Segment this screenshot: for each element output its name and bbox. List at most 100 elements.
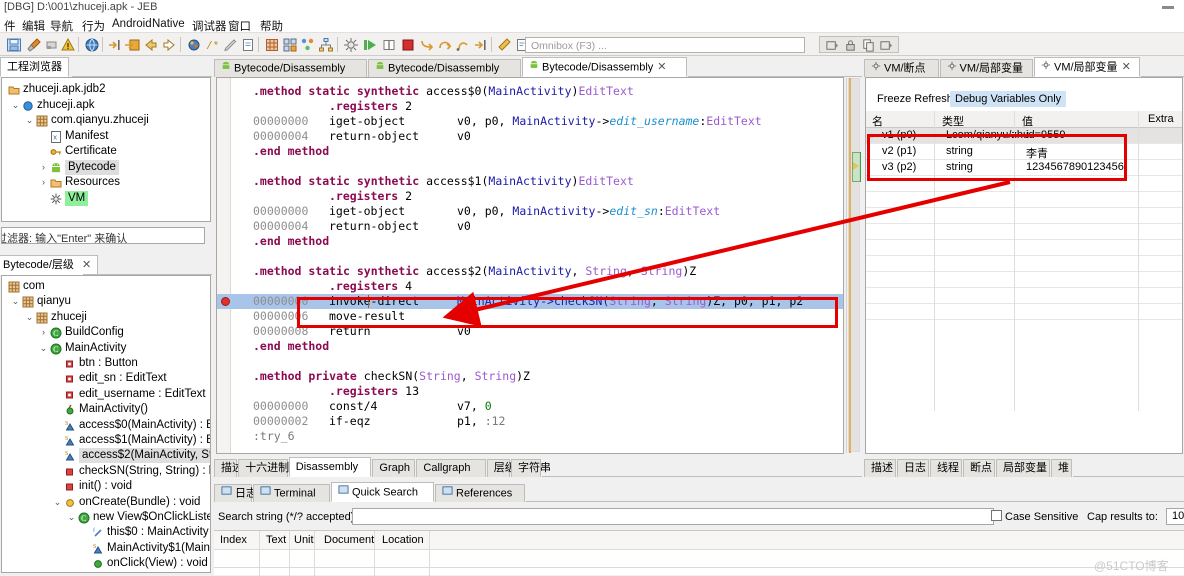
comment-icon[interactable]: /* <box>204 37 220 53</box>
tree-node[interactable]: › C BuildConfig <box>2 325 210 340</box>
tab-bytecode-hierarchy[interactable]: Bytecode/层级 ✕ <box>0 255 99 275</box>
minimize-button[interactable] <box>1162 6 1174 9</box>
code-line[interactable]: :try_6 <box>217 429 843 444</box>
column-header[interactable]: Extra <box>1148 113 1174 125</box>
chevron-right-icon[interactable]: › <box>39 162 48 172</box>
code-line[interactable]: .registers 2 <box>217 99 843 114</box>
step-into-icon[interactable] <box>419 37 435 53</box>
menu-item-4[interactable]: Android <box>112 18 152 30</box>
disassembly-code-area[interactable]: .method static synthetic access$0(MainAc… <box>216 77 844 454</box>
tab-5[interactable]: 堆 <box>1051 459 1072 477</box>
stop-icon[interactable] <box>400 37 416 53</box>
chevron-right-icon[interactable]: › <box>39 177 48 187</box>
grid-plus-icon[interactable] <box>282 37 298 53</box>
table-row[interactable] <box>866 224 1182 240</box>
tree-node[interactable]: edit_username : EditText <box>2 387 210 402</box>
chevron-down-icon[interactable]: ⌄ <box>39 343 48 353</box>
result-column-header[interactable]: Index <box>220 534 247 546</box>
tree-node[interactable]: VM <box>2 190 210 206</box>
result-column-header[interactable]: Unit <box>294 534 314 546</box>
table-row[interactable] <box>866 208 1182 224</box>
column-header[interactable]: 名 <box>872 113 883 129</box>
code-line[interactable]: .end method <box>217 234 843 249</box>
search-string-input[interactable] <box>352 508 994 525</box>
code-line[interactable]: 00000000 iget-object v0, p0, MainActivity-… <box>217 204 843 219</box>
debug-icon[interactable] <box>343 37 359 53</box>
pencil-icon[interactable] <box>222 37 238 53</box>
tree-node[interactable]: Saccess$1(MainActivity) : EditTe <box>2 433 210 448</box>
result-column-header[interactable]: Text <box>266 534 286 546</box>
code-line[interactable]: 00000006 move-result v0 <box>217 309 843 324</box>
debug-variables-only-toggle[interactable]: Debug Variables Only <box>950 91 1067 107</box>
code-line[interactable]: 00000002 if-eqz p1, :12 <box>217 414 843 429</box>
tree-node[interactable]: ⌄ Cnew View$OnClickListener() <box>2 510 210 525</box>
save-icon[interactable] <box>6 37 22 53</box>
tab-2[interactable]: 线程 <box>930 459 962 477</box>
tree-node[interactable]: ⌄ com.qianyu.zhuceji <box>2 113 210 128</box>
copy-window-icon[interactable] <box>861 38 877 54</box>
window-icon[interactable] <box>825 38 841 54</box>
tab-4[interactable]: 局部变量 <box>996 459 1050 477</box>
tree-node[interactable]: btn : Button <box>2 356 210 371</box>
tab-3[interactable]: References <box>435 484 525 502</box>
tab-6[interactable]: 字符串 <box>511 459 551 477</box>
chevron-down-icon[interactable]: ⌄ <box>11 296 20 306</box>
goto-icon[interactable] <box>473 37 489 53</box>
chevron-down-icon[interactable]: ⌄ <box>67 512 76 522</box>
code-line[interactable] <box>217 159 843 174</box>
tree-node[interactable]: ⌄ zhuceji <box>2 310 210 325</box>
tree-node[interactable]: › Bytecode <box>2 159 210 175</box>
table-row[interactable]: v2 (p1) string 李青 <box>866 144 1182 160</box>
window2-icon[interactable] <box>879 38 895 54</box>
tree-node[interactable]: ⌄ onCreate(Bundle) : void <box>2 495 210 510</box>
table-row[interactable] <box>866 192 1182 208</box>
code-line[interactable]: 00000008 return v0 <box>217 324 843 339</box>
tree-node[interactable]: f this$0 : MainActivity <box>2 525 210 540</box>
globe-icon[interactable] <box>84 37 100 53</box>
table-row[interactable] <box>866 256 1182 272</box>
jump-out-icon[interactable] <box>124 37 140 53</box>
breakpoint-icon[interactable] <box>221 297 230 306</box>
tree-node[interactable]: Saccess$0(MainActivity) : EditTe <box>2 418 210 433</box>
jump-in-icon[interactable] <box>107 37 123 53</box>
tree-node[interactable]: ⌄ C MainActivity <box>2 341 210 356</box>
tab-2[interactable]: Disassembly <box>288 457 372 477</box>
tab-project-explorer[interactable]: 工程浏览器 <box>0 57 69 77</box>
chevron-right-icon[interactable]: › <box>871 130 874 140</box>
tab-0[interactable]: VM/断点 <box>864 59 939 77</box>
tab-4[interactable]: Callgraph <box>416 459 486 477</box>
tab-0[interactable]: 描述 <box>864 459 896 477</box>
tree-node[interactable]: Certificate <box>2 144 210 159</box>
scrollbar-thumb[interactable] <box>848 78 860 452</box>
tree-node[interactable]: ⌄ zhuceji.apk <box>2 98 210 113</box>
column-header[interactable]: 值 <box>1022 113 1033 129</box>
bytecode-tree[interactable]: com ⌄ qianyu ⌄ zhuceji › C BuildConfig ⌄ C MainAct… <box>1 275 211 573</box>
freeze-refresh-button[interactable]: Freeze Refresh <box>872 91 958 107</box>
table-row[interactable]: v3 (p2) string 1234567890123456 <box>866 160 1182 176</box>
case-sensitive-checkbox[interactable] <box>991 510 1002 521</box>
tree-node[interactable]: Saccess$2(MainActivity, String, S <box>2 448 210 464</box>
column-header[interactable]: 类型 <box>942 113 964 129</box>
nodes-icon[interactable] <box>300 37 316 53</box>
tree-node[interactable]: S MainActivity$1(MainActiv <box>2 541 210 556</box>
omnibox-input[interactable]: Omnibox (F3) ... <box>525 37 805 53</box>
code-line[interactable]: .method static synthetic access$1(MainAc… <box>217 174 843 189</box>
tab-0[interactable]: 日志 <box>214 484 257 502</box>
tree-node[interactable]: edit_sn : EditText <box>2 371 210 386</box>
tree-node[interactable]: › Resources <box>2 175 210 190</box>
tab-1[interactable]: 日志 <box>897 459 929 477</box>
doc-icon[interactable] <box>240 37 256 53</box>
code-line[interactable]: .registers 13 <box>217 384 843 399</box>
code-line[interactable]: 00000004 return-object v0 <box>217 219 843 234</box>
table-row[interactable] <box>866 288 1182 304</box>
tree-node[interactable]: com <box>2 279 210 294</box>
tab-3[interactable]: Graph <box>372 459 416 477</box>
close-icon[interactable]: ✕ <box>82 259 91 271</box>
table-row[interactable] <box>866 304 1182 320</box>
tree-node[interactable]: onClick(View) : void <box>2 556 210 571</box>
chevron-down-icon[interactable]: ⌄ <box>25 115 34 125</box>
code-line[interactable]: 00000000 invoke-direct MainActivity->check… <box>217 294 843 309</box>
table-row[interactable]: › v1 (p0) Lcom/qianyu/zhuceid=9559 <box>866 128 1182 144</box>
back-arrow-icon[interactable] <box>143 37 159 53</box>
wrench-icon[interactable] <box>26 37 42 53</box>
